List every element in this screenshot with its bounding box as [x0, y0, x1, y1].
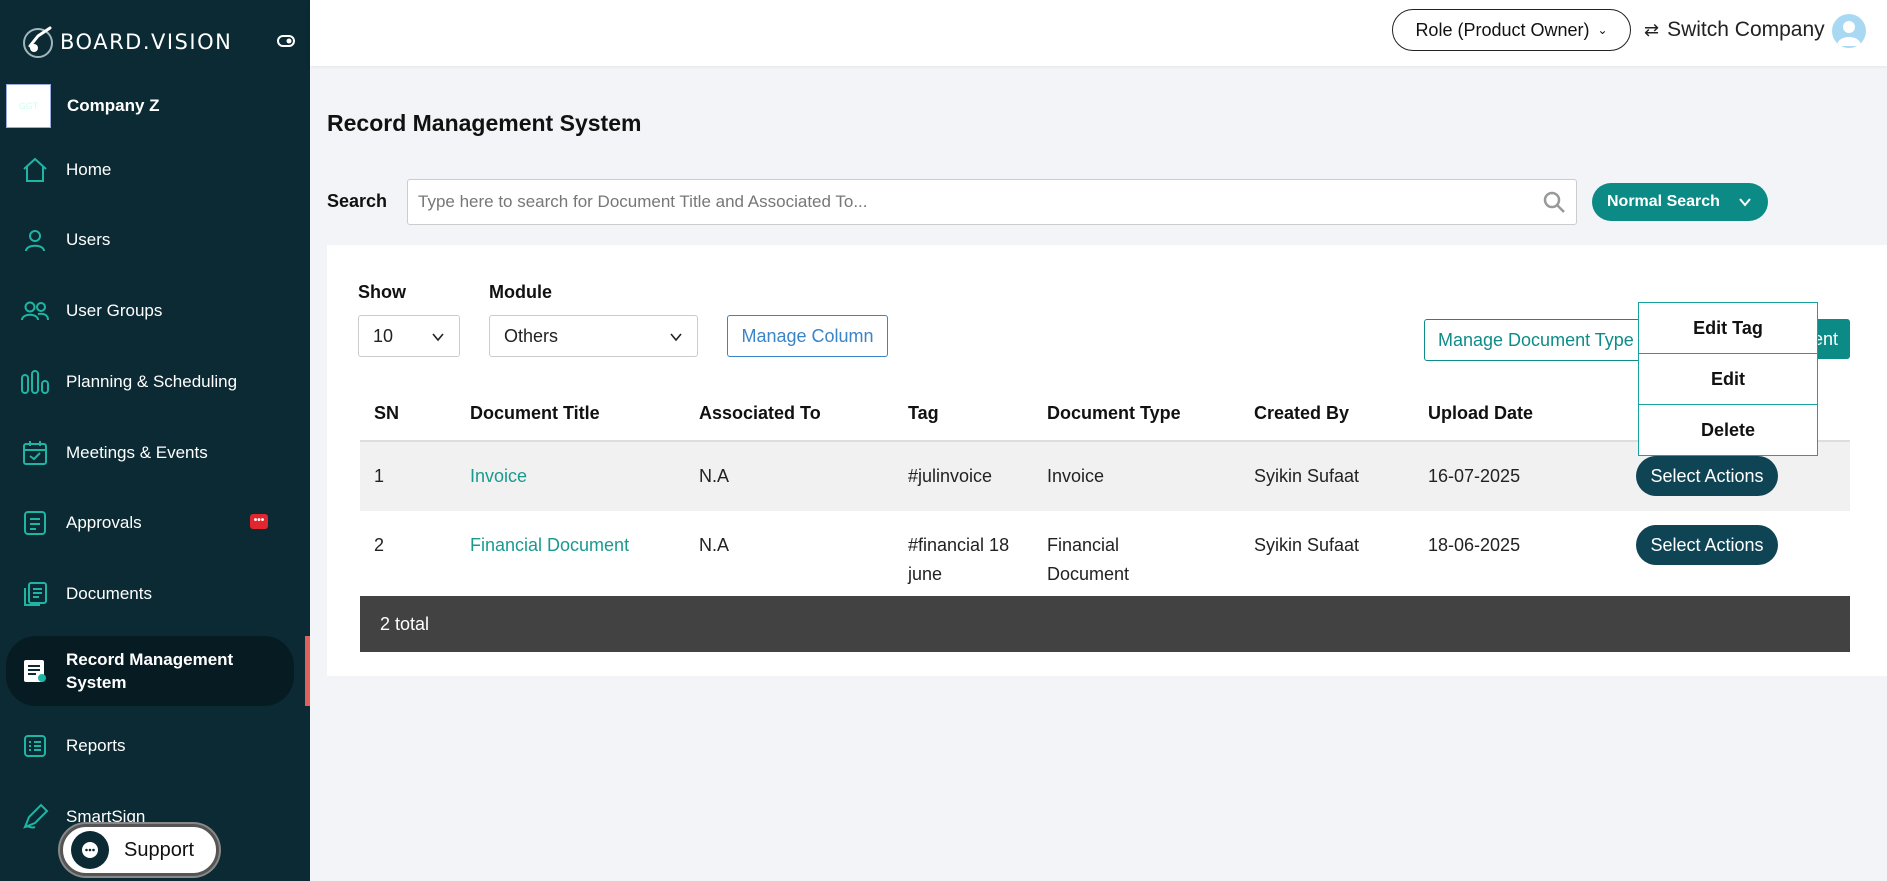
menu-item-edit[interactable]: Edit — [1639, 354, 1817, 405]
chevron-down-icon — [670, 333, 682, 342]
records-table: SN Document Title Associated To Tag Docu… — [360, 387, 1850, 595]
cell-sn: 1 — [360, 441, 470, 511]
documents-icon — [20, 579, 50, 609]
table-row: 2 Financial Document N.A #financial 18 j… — [360, 511, 1850, 595]
calendar-icon — [20, 438, 50, 468]
sidebar-item-label: Documents — [66, 584, 152, 603]
company-name: Company Z — [67, 96, 160, 115]
user-group-icon — [20, 296, 50, 326]
cell-tag: #julinvoice — [908, 441, 1047, 511]
role-dropdown[interactable]: Role (Product Owner) ⌄ — [1392, 9, 1631, 51]
cell-created-by: Syikin Sufaat — [1254, 441, 1428, 511]
search-mode-label: Normal Search — [1607, 193, 1720, 210]
sidebar-item-label: User Groups — [66, 301, 163, 320]
document-title-link[interactable]: Invoice — [470, 466, 527, 486]
notification-badge: ••• — [250, 514, 268, 529]
document-title-link[interactable]: Financial Document — [470, 535, 629, 555]
support-label: Support — [124, 838, 195, 861]
brand-name: BOARD.VISION — [60, 30, 233, 54]
company-logo: GGT — [6, 84, 51, 128]
column-header[interactable]: Tag — [908, 387, 1047, 442]
pen-icon — [20, 802, 50, 832]
menu-item-delete[interactable]: Delete — [1639, 405, 1817, 456]
actions-dropdown-menu: Edit Tag Edit Delete — [1638, 302, 1818, 456]
search-input[interactable] — [408, 180, 1528, 224]
column-header[interactable]: SN — [360, 387, 470, 442]
sidebar-item-approvals[interactable]: Approvals ••• — [6, 494, 294, 552]
record-icon — [20, 656, 50, 686]
cell-associated: N.A — [699, 511, 908, 595]
search-label: Search — [327, 191, 388, 211]
show-value: 10 — [373, 325, 394, 346]
sidebar-item-user-groups[interactable]: User Groups — [6, 282, 294, 340]
user-icon — [20, 225, 50, 255]
column-header[interactable]: Associated To — [699, 387, 908, 442]
active-indicator — [305, 636, 310, 706]
column-header[interactable]: Document Type — [1047, 387, 1254, 442]
chevron-down-icon: ⌄ — [1597, 23, 1608, 37]
cell-tag: #financial 18 june — [908, 511, 1047, 595]
show-label: Show — [358, 282, 406, 302]
logo-mark-icon — [23, 26, 53, 58]
cell-type: Financial Document — [1047, 511, 1254, 595]
chevron-down-icon — [1739, 198, 1751, 207]
sidebar-item-record-management[interactable]: Record Management System — [6, 636, 294, 706]
sidebar-item-documents[interactable]: Documents — [6, 565, 294, 623]
module-label: Module — [489, 282, 552, 302]
sidebar-item-label: Record Management System — [66, 650, 234, 692]
sidebar-item-label: Planning & Scheduling — [66, 372, 238, 391]
chat-icon — [71, 831, 109, 869]
table-header-row: SN Document Title Associated To Tag Docu… — [360, 387, 1850, 442]
top-bar: Role (Product Owner) ⌄ ⇄ Switch Company — [310, 0, 1887, 66]
column-header[interactable]: Upload Date — [1428, 387, 1636, 442]
table-row: 1 Invoice N.A #julinvoice Invoice Syikin… — [360, 441, 1850, 511]
switch-arrows-icon: ⇄ — [1644, 19, 1660, 40]
sidebar-item-reports[interactable]: Reports — [6, 717, 294, 775]
cell-sn: 2 — [360, 511, 470, 595]
sidebar-item-planning[interactable]: Planning & Scheduling — [6, 353, 294, 411]
manage-document-type-button[interactable]: Manage Document Type — [1424, 319, 1650, 361]
planning-icon — [20, 367, 50, 397]
support-button[interactable]: Support — [60, 824, 219, 876]
page-title: Record Management System — [327, 110, 642, 136]
switch-company-label: Switch Company — [1667, 18, 1825, 41]
home-icon — [20, 155, 50, 185]
cell-upload-date: 16-07-2025 — [1428, 441, 1636, 511]
search-mode-dropdown[interactable]: Normal Search — [1592, 183, 1768, 221]
cell-upload-date: 18-06-2025 — [1428, 511, 1636, 595]
chevron-down-icon — [432, 333, 444, 342]
sidebar-item-label: Users — [66, 230, 111, 249]
sidebar-item-label: Reports — [66, 736, 126, 755]
sidebar: BOARD.VISION GGT Company Z Home Users Us… — [0, 0, 310, 881]
column-header[interactable]: Created By — [1254, 387, 1428, 442]
module-value: Others — [504, 325, 559, 346]
approvals-icon — [20, 508, 50, 538]
cell-created-by: Syikin Sufaat — [1254, 511, 1428, 595]
sidebar-toggle-icon[interactable] — [277, 34, 295, 48]
column-header[interactable]: Document Title — [470, 387, 699, 442]
sidebar-item-label: Home — [66, 160, 112, 179]
table-footer-total: 2 total — [360, 596, 1850, 652]
reports-icon — [20, 731, 50, 761]
sidebar-item-home[interactable]: Home — [6, 141, 294, 199]
role-label: Role (Product Owner) — [1415, 19, 1590, 40]
module-select[interactable]: Others — [489, 315, 698, 357]
select-actions-button[interactable]: Select Actions — [1636, 525, 1778, 565]
search-icon[interactable] — [1542, 190, 1566, 214]
sidebar-item-label: Meetings & Events — [66, 443, 208, 462]
avatar[interactable] — [1832, 14, 1866, 48]
switch-company-button[interactable]: ⇄ Switch Company — [1644, 14, 1825, 46]
show-select[interactable]: 10 — [358, 315, 460, 357]
cell-associated: N.A — [699, 441, 908, 511]
cell-type: Invoice — [1047, 441, 1254, 511]
sidebar-item-meetings[interactable]: Meetings & Events — [6, 424, 294, 482]
company-switcher[interactable]: GGT Company Z — [6, 84, 160, 128]
search-box — [407, 179, 1577, 225]
manage-column-button[interactable]: Manage Column — [727, 315, 888, 357]
brand-logo[interactable]: BOARD.VISION — [20, 24, 295, 60]
sidebar-item-users[interactable]: Users — [6, 211, 294, 269]
sidebar-item-label: Approvals — [66, 513, 142, 532]
select-actions-button[interactable]: Select Actions — [1636, 456, 1778, 496]
menu-item-edit-tag[interactable]: Edit Tag — [1639, 303, 1817, 354]
